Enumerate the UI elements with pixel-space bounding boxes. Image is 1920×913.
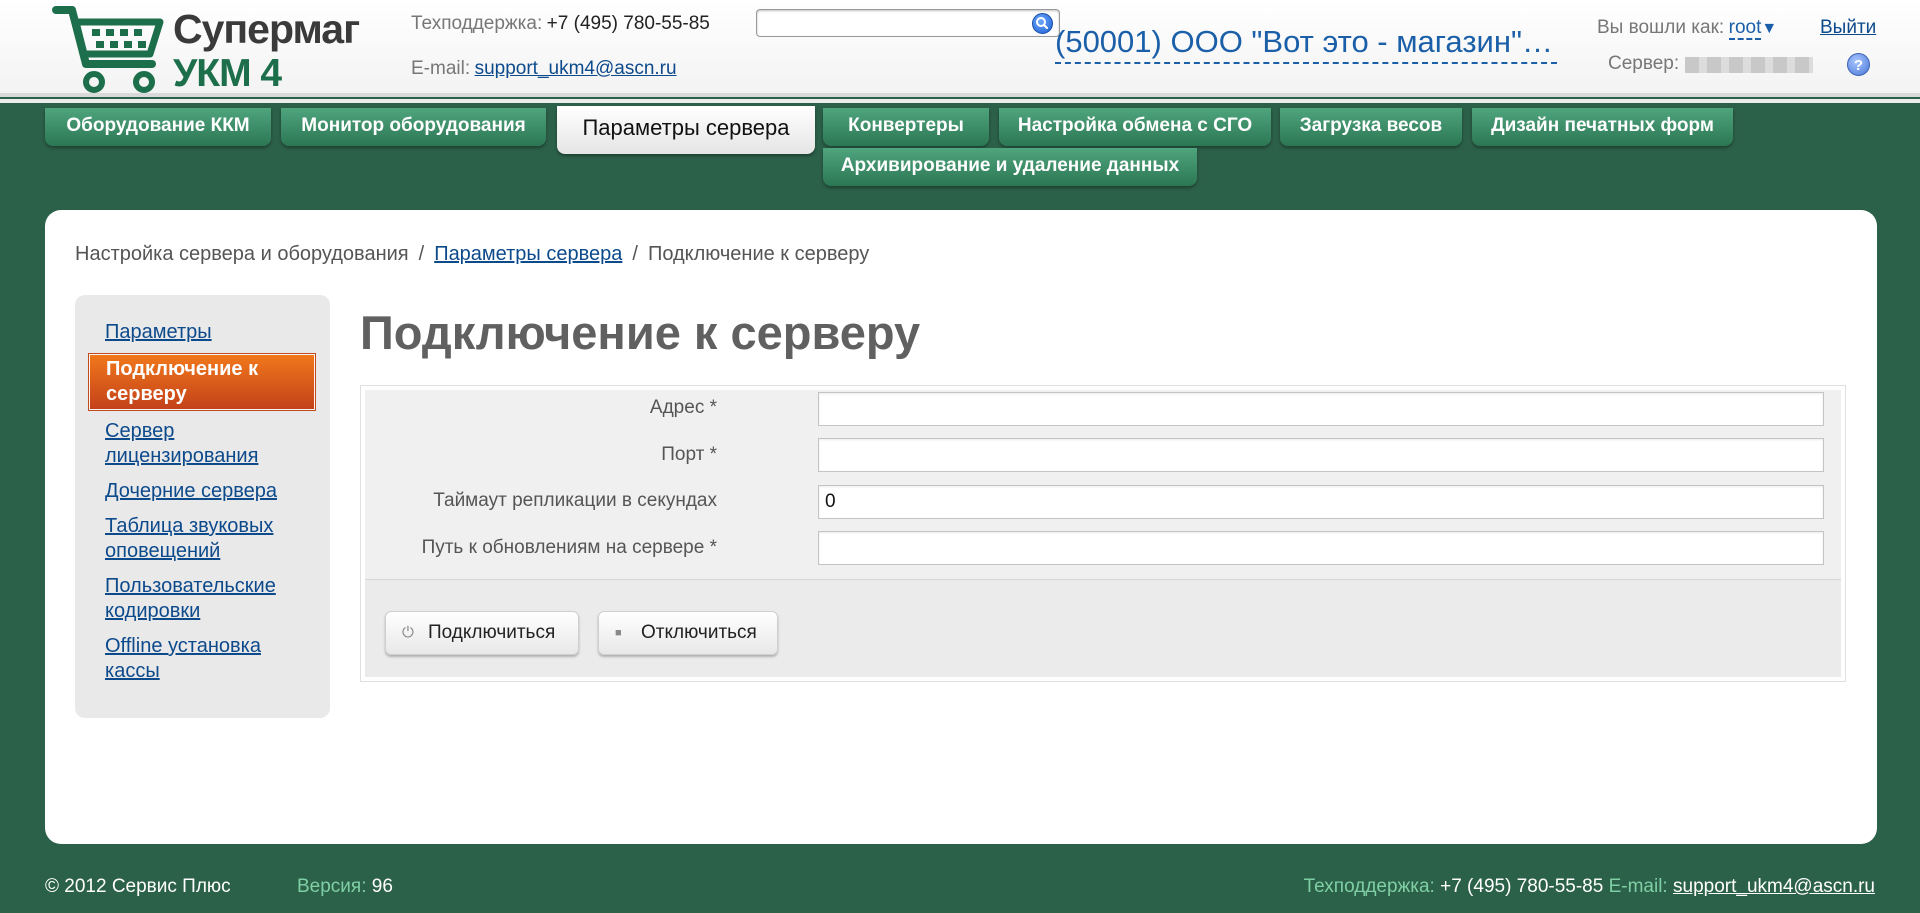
tab-print-forms-design[interactable]: Дизайн печатных форм (1472, 108, 1733, 146)
help-icon[interactable]: ? (1847, 53, 1870, 76)
sidebar-item-parameters[interactable]: Параметры (105, 320, 305, 345)
replication-timeout-field[interactable] (818, 485, 1824, 519)
version-label: Версия: (297, 876, 367, 897)
address-field[interactable] (818, 392, 1824, 426)
disconnect-button-label: Отключиться (641, 622, 757, 643)
power-icon: ⏻ (402, 624, 414, 641)
port-label: Порт * (661, 444, 717, 465)
sidebar-item-child-servers[interactable]: Дочерние сервера (105, 479, 305, 504)
footer-support: Техподдержка: +7 (495) 780-55-85 E-mail:… (1304, 876, 1875, 898)
user-info: Вы вошли как: root▼ (1597, 17, 1777, 40)
tab-converters[interactable]: Конвертеры (823, 108, 989, 146)
support-email-link[interactable]: support_ukm4@ascn.ru (475, 58, 677, 79)
server-info: Сервер: (1608, 53, 1814, 75)
disconnect-button[interactable]: ■ Отключиться (598, 611, 778, 655)
sidebar-item-offline-install[interactable]: Offline установка кассы (105, 634, 305, 684)
breadcrumb-item-setup: Настройка сервера и оборудования (75, 243, 409, 265)
stop-icon: ■ (615, 627, 622, 639)
footer-copyright: © 2012 Сервис Плюс (45, 876, 231, 897)
tab-scales-loading[interactable]: Загрузка весов (1280, 108, 1462, 146)
support-label: Техподдержка: (411, 13, 543, 34)
store-selector[interactable]: (50001) ООО "Вот это - магазин" (... (1055, 22, 1557, 64)
sidebar-item-license-server[interactable]: Сервер лицензирования (105, 419, 305, 469)
tab-kkm-equipment[interactable]: Оборудование ККМ (45, 108, 271, 146)
logo[interactable]: Супермаг УКМ 4 (52, 2, 360, 95)
support-email-line: E-mail: support_ukm4@ascn.ru (411, 58, 677, 80)
support-phone: +7 (495) 780-55-85 (546, 13, 710, 34)
tab-equipment-monitor[interactable]: Монитор оборудования (281, 108, 546, 146)
breadcrumb-separator: / (632, 243, 638, 265)
version-value: 96 (371, 876, 393, 897)
breadcrumb-link-server-parameters[interactable]: Параметры сервера (434, 243, 622, 265)
sidebar-item-sound-alerts[interactable]: Таблица звуковых оповещений (105, 514, 305, 564)
connect-button[interactable]: ⏻ Подключиться (385, 611, 579, 655)
form-actions: ⏻ Подключиться ■ Отключиться (365, 580, 1841, 677)
sidebar-item-user-encodings[interactable]: Пользовательские кодировки (105, 574, 305, 624)
page-title: Подключение к серверу (360, 306, 921, 359)
server-label: Сервер: (1608, 53, 1680, 74)
tab-server-parameters[interactable]: Параметры сервера (557, 106, 815, 154)
logo-subtitle: УКМ 4 (173, 52, 282, 95)
form-body: Адрес * Порт * Таймаут репликации в секу… (365, 390, 1841, 677)
search-box (756, 9, 1060, 37)
support-phone-line: Техподдержка: +7 (495) 780-55-85 (411, 13, 710, 35)
breadcrumb-current: Подключение к серверу (647, 243, 870, 265)
address-label: Адрес * (649, 397, 717, 418)
content-panel: Настройка сервера и оборудования / Парамет… (45, 210, 1877, 844)
caret-down-icon[interactable]: ▼ (1761, 20, 1777, 37)
connect-button-label: Подключиться (428, 622, 556, 643)
logo-title: Супермаг (173, 6, 360, 52)
tab-archiving[interactable]: Архивирование и удаление данных (823, 148, 1197, 186)
logout-link[interactable]: Выйти (1820, 17, 1876, 39)
header-divider (0, 99, 1920, 103)
tab-sgo-exchange[interactable]: Настройка обмена с СГО (999, 108, 1271, 146)
port-field[interactable] (818, 438, 1824, 472)
server-value-redacted (1685, 56, 1814, 73)
footer-support-label: Техподдержка: (1303, 876, 1435, 897)
footer-version: Версия: 96 (297, 876, 393, 898)
search-input[interactable] (763, 13, 1023, 33)
search-icon (1036, 17, 1049, 30)
footer-email-link[interactable]: support_ukm4@ascn.ru (1673, 876, 1875, 897)
updates-path-field[interactable] (818, 531, 1824, 565)
header: Супермаг УКМ 4 Техподдержка: +7 (495) 78… (0, 0, 1920, 97)
user-menu[interactable]: root (1728, 17, 1762, 40)
footer-support-phone: +7 (495) 780-55-85 (1440, 876, 1604, 897)
connection-form: Адрес * Порт * Таймаут репликации в секу… (360, 385, 1846, 682)
replication-timeout-label: Таймаут репликации в секундах (433, 490, 717, 511)
sidebar: Параметры Подключение к серверу Сервер л… (75, 295, 330, 718)
breadcrumb: Настройка сервера и оборудования / Парамет… (75, 243, 869, 266)
updates-path-label: Путь к обновлениям на сервере * (421, 537, 717, 558)
search-button[interactable] (1032, 13, 1053, 34)
footer-email-label: E-mail: (1608, 876, 1668, 897)
breadcrumb-separator: / (418, 243, 425, 265)
user-label: Вы вошли как: (1597, 17, 1725, 38)
shopping-cart-icon (52, 6, 164, 93)
sidebar-item-server-connection[interactable]: Подключение к серверу (88, 353, 316, 411)
email-label: E-mail: (411, 58, 471, 79)
